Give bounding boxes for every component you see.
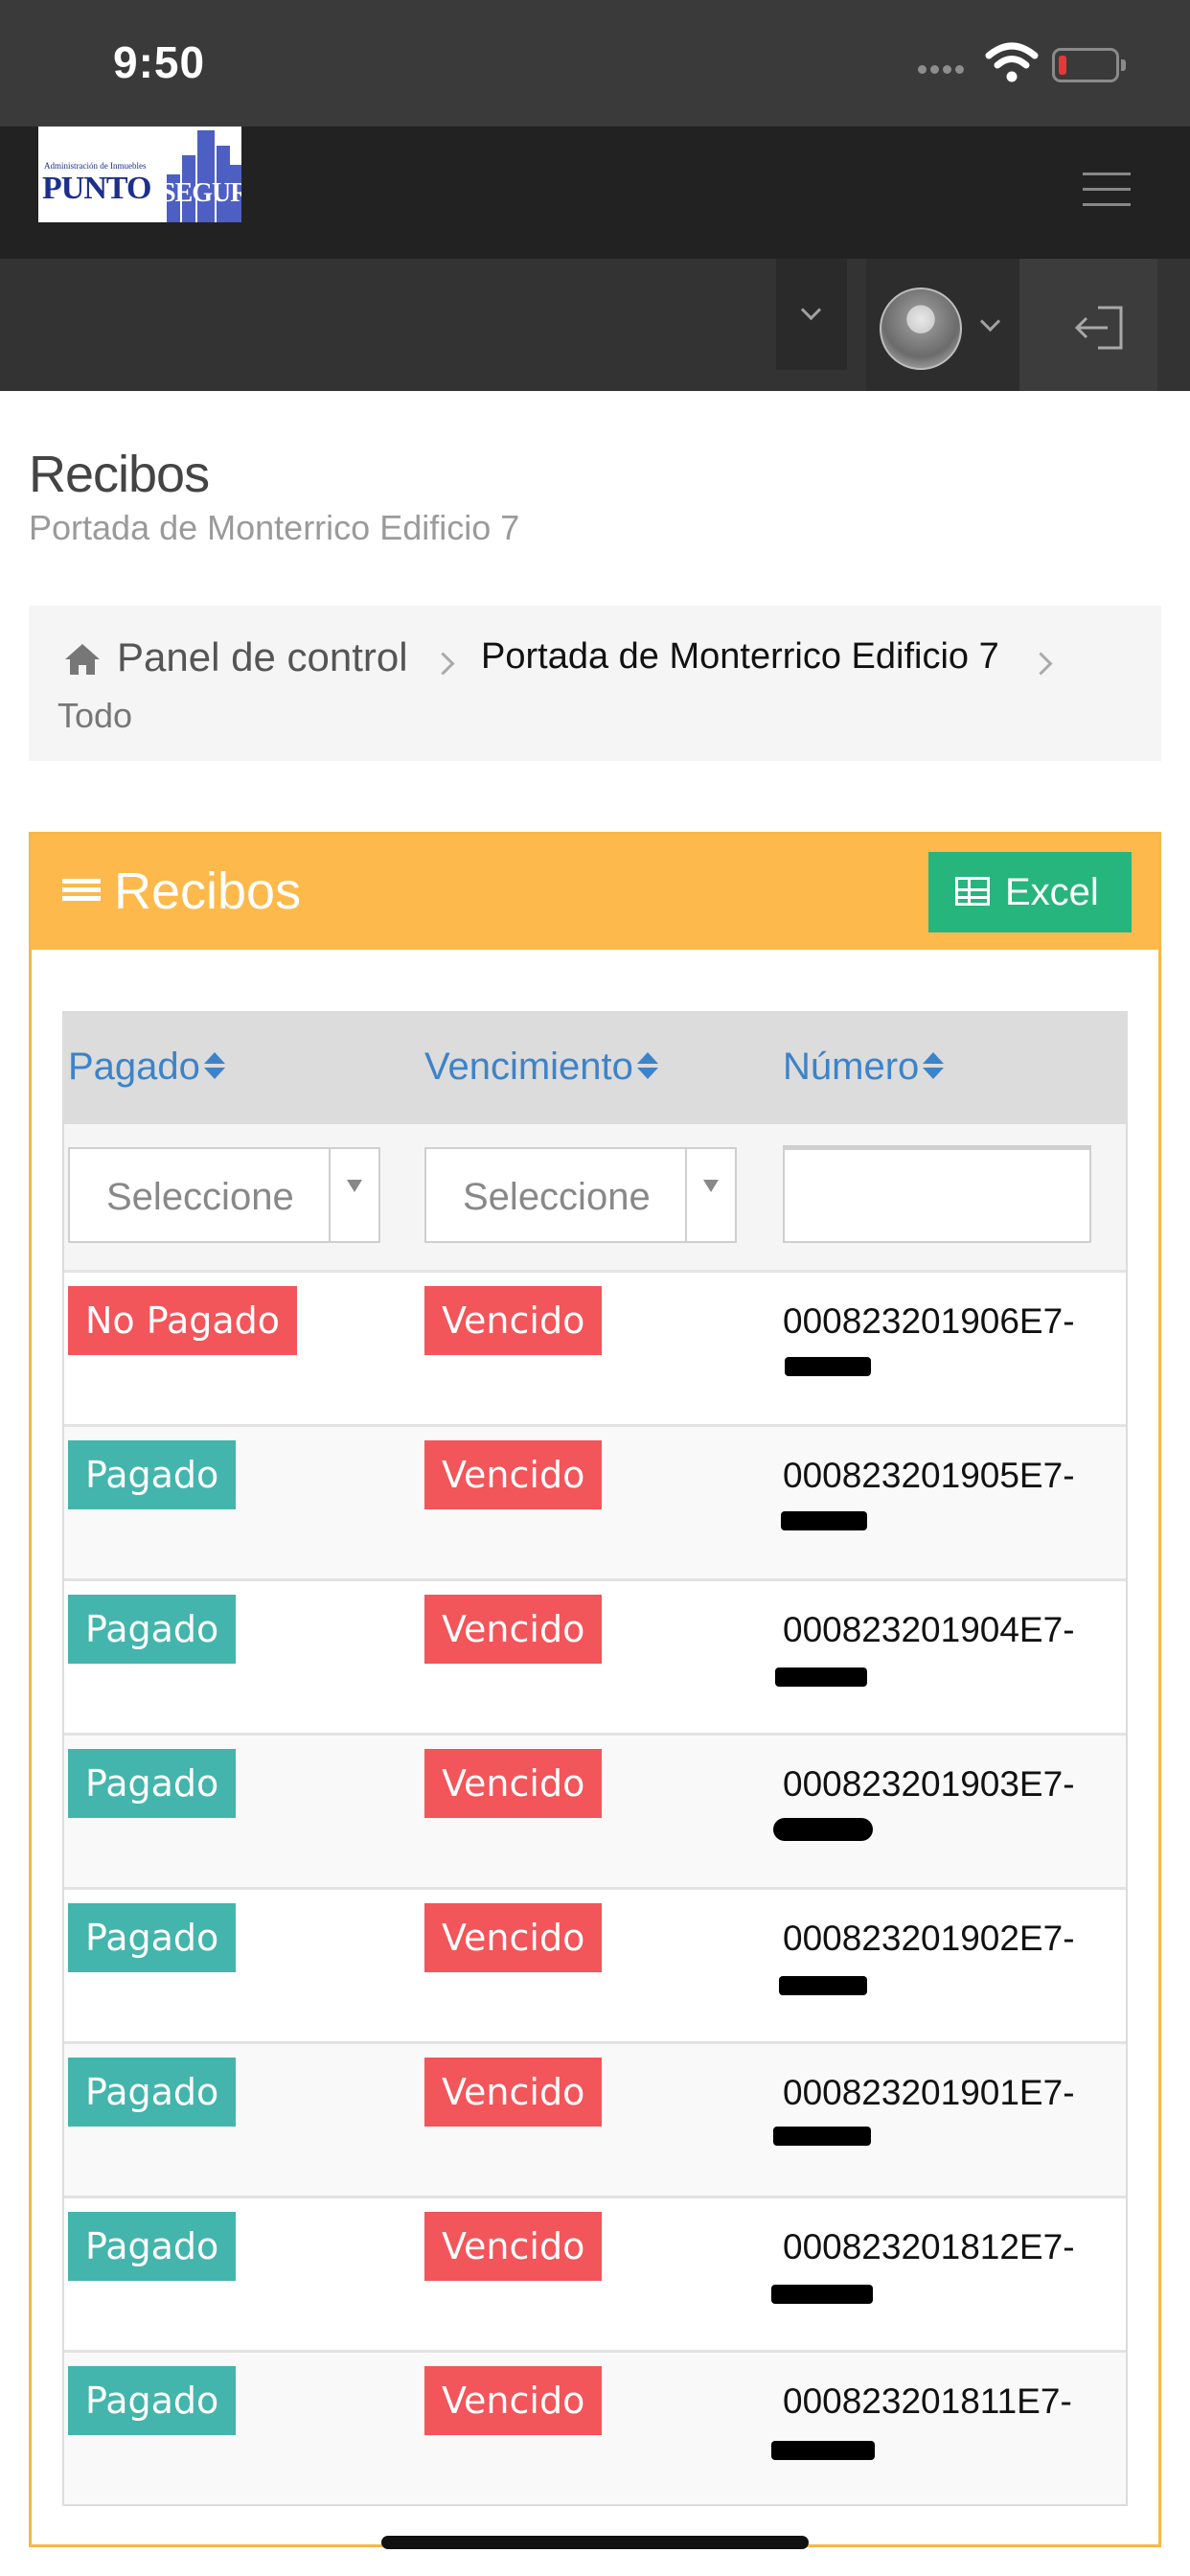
status-badge-paid: Pagado (68, 2058, 237, 2127)
avatar (880, 288, 962, 370)
column-header-pagado[interactable]: Pagado (68, 1046, 225, 1089)
page-title: Recibos (29, 446, 210, 503)
due-badge: Vencido (424, 1595, 603, 1664)
status-badge-unpaid: No Pagado (68, 1286, 298, 1355)
due-badge: Vencido (424, 2366, 603, 2435)
redaction-mark (771, 2441, 875, 2460)
due-badge: Vencido (424, 1286, 603, 1355)
chevron-down-icon (979, 310, 1001, 333)
dropdown-arrow-icon (329, 1149, 378, 1241)
status-badge-paid: Pagado (68, 1595, 237, 1664)
wifi-icon (985, 42, 1039, 82)
numero-filter-input[interactable] (783, 1145, 1091, 1243)
status-badge-paid: Pagado (68, 1749, 237, 1818)
redaction-mark (775, 1668, 867, 1687)
sort-icon (203, 1052, 225, 1081)
sort-icon (923, 1052, 945, 1081)
receipt-number: 000823201906E7- (783, 1301, 1075, 1341)
home-indicator[interactable] (381, 2536, 809, 2549)
redaction-mark (781, 1511, 867, 1530)
breadcrumb-item-building[interactable]: Portada de Monterrico Edificio 7 (481, 636, 999, 678)
logout-icon (1074, 306, 1123, 350)
panel-header: Recibos Excel (32, 835, 1158, 950)
breadcrumb-item-current: Todo (57, 696, 133, 735)
vencimiento-filter-select[interactable]: Seleccione (424, 1147, 737, 1243)
table-row[interactable]: Pagado Vencido 000823201812E7- (64, 2198, 1126, 2353)
chevron-right-icon (431, 652, 455, 676)
table-row[interactable]: Pagado Vencido 000823201902E7- (64, 1890, 1126, 2044)
redaction-mark (785, 1357, 871, 1376)
logout-button[interactable] (1019, 259, 1157, 391)
table-row[interactable]: Pagado Vencido 000823201903E7- (64, 1736, 1126, 1890)
status-bar: 9:50 (0, 0, 1190, 126)
home-icon (65, 644, 100, 675)
table-icon (955, 877, 990, 906)
receipt-number: 000823201905E7- (783, 1456, 1075, 1495)
redaction-mark (773, 1818, 873, 1841)
top-navbar: Administración de Inmuebles PUNTO SEGUR (0, 126, 1190, 259)
table-row[interactable]: No Pagado Vencido 000823201906E7- (64, 1273, 1126, 1427)
sort-icon (636, 1052, 658, 1081)
status-badge-paid: Pagado (68, 2366, 237, 2435)
notifications-dropdown[interactable] (776, 259, 847, 370)
breadcrumb-item-panel[interactable]: Panel de control (117, 634, 408, 680)
table-row[interactable]: Pagado Vencido 000823201905E7- (64, 1427, 1126, 1581)
list-icon (62, 879, 101, 909)
cellular-signal-icon (918, 61, 975, 77)
table-row[interactable]: Pagado Vencido 000823201811E7- (64, 2353, 1126, 2504)
battery-icon (1052, 48, 1126, 82)
table-row[interactable]: Pagado Vencido 000823201904E7- (64, 1581, 1126, 1736)
user-menu[interactable] (866, 259, 1019, 391)
filter-row: Seleccione Seleccione (64, 1124, 1126, 1273)
status-badge-paid: Pagado (68, 1440, 237, 1509)
due-badge: Vencido (424, 1749, 603, 1818)
receipt-number: 000823201903E7- (783, 1764, 1075, 1804)
chevron-down-icon (800, 299, 822, 321)
menu-icon[interactable] (1083, 172, 1131, 215)
receipts-table: Pagado Vencimiento Número Seleccione Sel… (62, 1011, 1128, 2506)
receipt-number: 000823201904E7- (783, 1610, 1075, 1649)
dropdown-arrow-icon (685, 1149, 735, 1241)
column-header-numero[interactable]: Número (783, 1046, 945, 1089)
receipt-number: 000823201812E7- (783, 2227, 1075, 2266)
table-row[interactable]: Pagado Vencido 000823201901E7- (64, 2044, 1126, 2198)
table-body: No Pagado Vencido 000823201906E7- Pagado… (64, 1273, 1126, 2504)
receipt-number: 000823201811E7- (783, 2381, 1072, 2421)
page-subtitle: Portada de Monterrico Edificio 7 (29, 508, 520, 547)
redaction-mark (779, 1976, 867, 1995)
due-badge: Vencido (424, 1440, 603, 1509)
table-header: Pagado Vencimiento Número (64, 1013, 1126, 1124)
due-badge: Vencido (424, 1903, 603, 1972)
pagado-filter-select[interactable]: Seleccione (68, 1147, 380, 1243)
redaction-mark (773, 2127, 871, 2146)
receipt-number: 000823201902E7- (783, 1919, 1075, 1958)
panel-title: Recibos (114, 862, 302, 920)
status-badge-paid: Pagado (68, 1903, 237, 1972)
due-badge: Vencido (424, 2212, 603, 2281)
receipts-panel: Recibos Excel Pagado Vencimiento Número … (29, 832, 1161, 2547)
receipt-number: 000823201901E7- (783, 2073, 1075, 2112)
redaction-mark (771, 2285, 873, 2304)
user-toolbar (0, 259, 1190, 391)
due-badge: Vencido (424, 2058, 603, 2127)
status-badge-paid: Pagado (68, 2212, 237, 2281)
chevron-right-icon (1029, 652, 1053, 676)
status-time: 9:50 (113, 37, 206, 87)
brand-logo[interactable]: Administración de Inmuebles PUNTO SEGUR (38, 126, 241, 222)
column-header-vencimiento[interactable]: Vencimiento (424, 1046, 658, 1089)
excel-export-button[interactable]: Excel (928, 852, 1132, 932)
breadcrumb: Panel de control Portada de Monterrico E… (29, 606, 1161, 761)
